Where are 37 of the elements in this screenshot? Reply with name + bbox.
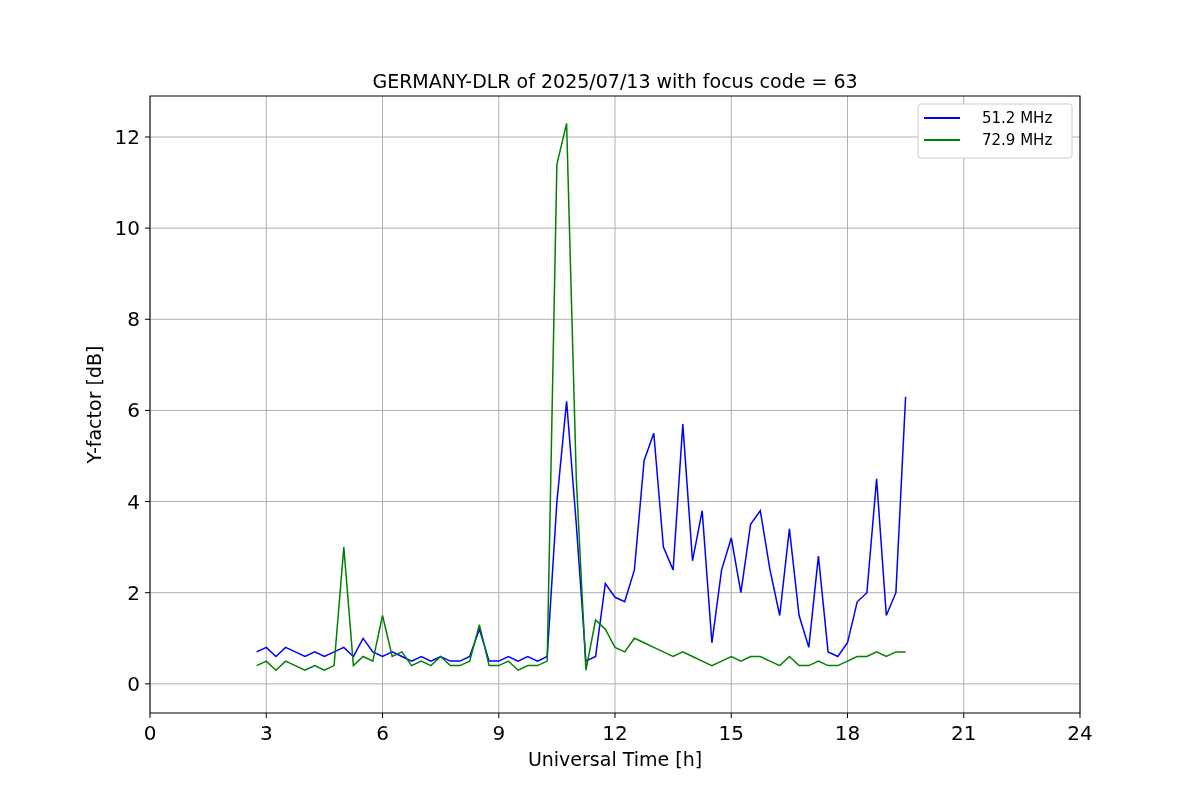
tick-mark <box>498 712 500 719</box>
tick-label: 12 <box>114 125 140 149</box>
tick-mark <box>963 712 965 719</box>
tick-label: 0 <box>143 721 157 745</box>
tick-label: 3 <box>259 721 273 745</box>
tick-label: 18 <box>834 721 861 745</box>
tick-label: 6 <box>127 398 140 423</box>
tick-label: 0 <box>127 671 140 696</box>
tick-label: 10 <box>114 216 140 241</box>
tick-label: 6 <box>376 721 389 745</box>
tick-mark <box>144 227 151 229</box>
legend-label: 51.2 MHz <box>982 109 1053 127</box>
tick-mark <box>144 409 151 411</box>
tick-label: 8 <box>127 307 140 332</box>
axis-label: Universal Time [h] <box>527 748 703 770</box>
tick-mark <box>614 712 616 719</box>
tick-label: 9 <box>492 721 506 745</box>
tick-mark <box>1079 712 1081 719</box>
tick-mark <box>144 136 151 138</box>
tick-mark <box>847 712 848 719</box>
tick-mark <box>265 712 267 719</box>
chart-title: GERMANY-DLR of 2025/07/13 with focus code = 63 <box>372 70 858 92</box>
tick-label: 21 <box>951 721 977 745</box>
legend-label: 72.9 MHz <box>982 131 1053 149</box>
tick-label: 15 <box>718 721 744 745</box>
tick-mark <box>144 592 151 594</box>
axis-label: Y-factor [dB] <box>83 345 105 464</box>
tick-mark <box>144 318 151 320</box>
tick-label: 12 <box>602 721 628 745</box>
tick-mark <box>144 683 151 685</box>
tick-label: 24 <box>1067 721 1093 745</box>
tick-mark <box>144 501 151 503</box>
tick-label: 4 <box>127 489 140 514</box>
tick-label: 2 <box>127 580 140 605</box>
tick-mark <box>149 712 151 719</box>
tick-mark <box>730 712 732 719</box>
tick-mark <box>382 712 383 719</box>
